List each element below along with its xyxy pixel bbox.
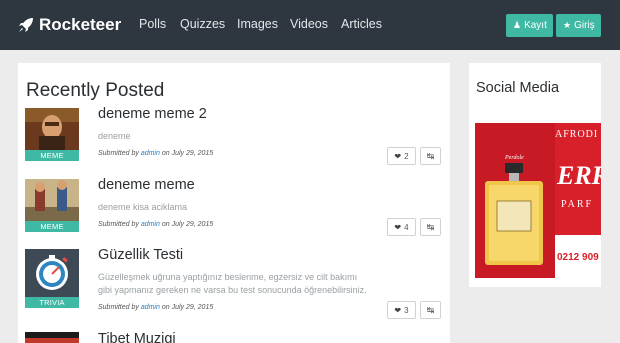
like-count: 4 — [404, 222, 409, 232]
star-icon: ★ — [563, 20, 572, 30]
register-label: Kayıt — [524, 20, 547, 31]
submitted-label: Submitted by — [98, 150, 139, 157]
like-count: 2 — [404, 151, 409, 161]
heart-icon: ❤ — [394, 305, 402, 315]
sidebar-title: Social Media — [476, 80, 560, 96]
nav-images[interactable]: Images — [237, 17, 278, 31]
submitted-label: Submitted by — [98, 221, 139, 228]
retweet-icon: ↹ — [426, 150, 435, 161]
login-label: Giriş — [574, 20, 595, 31]
date-prefix: on — [161, 304, 170, 311]
like-button[interactable]: ❤ 3 — [387, 301, 416, 319]
nav-polls[interactable]: Polls — [139, 17, 166, 31]
share-button[interactable]: ↹ — [420, 301, 441, 319]
list-item: MEME deneme meme deneme kisa aciklama Su… — [18, 177, 450, 249]
ad-brand-line: AFRODI — [555, 129, 599, 140]
ad-headline: ERR — [557, 161, 601, 190]
post-meta: Submitted by admin on July 29, 2015 — [98, 221, 213, 228]
login-button[interactable]: ★ Giriş — [556, 14, 601, 37]
post-thumbnail[interactable] — [25, 332, 79, 343]
rocket-icon — [19, 18, 33, 32]
post-date: July 29, 2015 — [171, 304, 214, 311]
ad-bottle-label: Perdole — [505, 155, 524, 161]
brand-logo[interactable]: Rocketeer — [18, 14, 121, 36]
like-count: 3 — [404, 305, 409, 315]
nav-videos[interactable]: Videos — [290, 17, 328, 31]
post-title[interactable]: deneme meme — [98, 177, 195, 193]
meme-image — [25, 179, 79, 221]
share-button[interactable]: ↹ — [420, 218, 441, 236]
ad-subline: PARF — [561, 199, 594, 210]
post-title[interactable]: deneme meme 2 — [98, 106, 207, 122]
recent-posts-panel: Recently Posted MEME deneme meme 2 denem… — [18, 63, 450, 343]
author-link[interactable]: admin — [141, 221, 160, 228]
page-title: Recently Posted — [26, 80, 165, 101]
navbar: Rocketeer Polls Quizzes Images Videos Ar… — [0, 0, 620, 50]
post-meta: Submitted by admin on July 29, 2015 — [98, 304, 213, 311]
meme-image — [25, 108, 79, 150]
register-button[interactable]: ♟ Kayıt — [506, 14, 553, 37]
post-date: July 29, 2015 — [171, 221, 214, 228]
like-button[interactable]: ❤ 2 — [387, 147, 416, 165]
category-badge: MEME — [25, 150, 79, 161]
ad-phone: 0212 909 — [557, 252, 599, 263]
post-date: July 29, 2015 — [171, 150, 214, 157]
perfume-advertisement[interactable]: AFRODI ERR PARF Perdole 0212 909 — [475, 123, 601, 278]
post-description: Güzelleşmek uğruna yaptığınız beslenme, … — [98, 272, 367, 295]
post-meta: Submitted by admin on July 29, 2015 — [98, 150, 213, 157]
user-plus-icon: ♟ — [513, 20, 522, 30]
nav-articles[interactable]: Articles — [341, 17, 382, 31]
post-thumbnail[interactable] — [25, 179, 79, 221]
post-title[interactable]: Tibet Muzigi — [98, 332, 176, 343]
brand-name: Rocketeer — [39, 15, 122, 34]
retweet-icon: ↹ — [426, 221, 435, 232]
nav-quizzes[interactable]: Quizzes — [180, 17, 225, 31]
submitted-label: Submitted by — [98, 304, 139, 311]
heart-icon: ❤ — [394, 222, 402, 232]
post-description: deneme kisa aciklama — [98, 202, 188, 212]
heart-icon: ❤ — [394, 151, 402, 161]
category-badge: MEME — [25, 221, 79, 232]
stopwatch-icon — [25, 249, 79, 297]
share-button[interactable]: ↹ — [420, 147, 441, 165]
date-prefix: on — [161, 221, 170, 228]
retweet-icon: ↹ — [426, 304, 435, 315]
date-prefix: on — [161, 150, 170, 157]
like-button[interactable]: ❤ 4 — [387, 218, 416, 236]
list-item: TRIVIA Güzellik Testi Güzelleşmek uğruna… — [18, 247, 450, 319]
author-link[interactable]: admin — [141, 150, 160, 157]
author-link[interactable]: admin — [141, 304, 160, 311]
list-item: Tibet Muzigi — [18, 332, 450, 343]
post-description: deneme — [98, 131, 131, 141]
list-item: MEME deneme meme 2 deneme Submitted by a… — [18, 106, 450, 178]
category-badge: TRIVIA — [25, 297, 79, 308]
post-thumbnail[interactable] — [25, 249, 79, 297]
post-thumbnail[interactable] — [25, 108, 79, 150]
social-media-panel: Social Media AFRODI ERR PARF Perdole 021… — [469, 63, 601, 287]
video-thumbnail — [25, 332, 79, 343]
post-title[interactable]: Güzellik Testi — [98, 247, 183, 263]
